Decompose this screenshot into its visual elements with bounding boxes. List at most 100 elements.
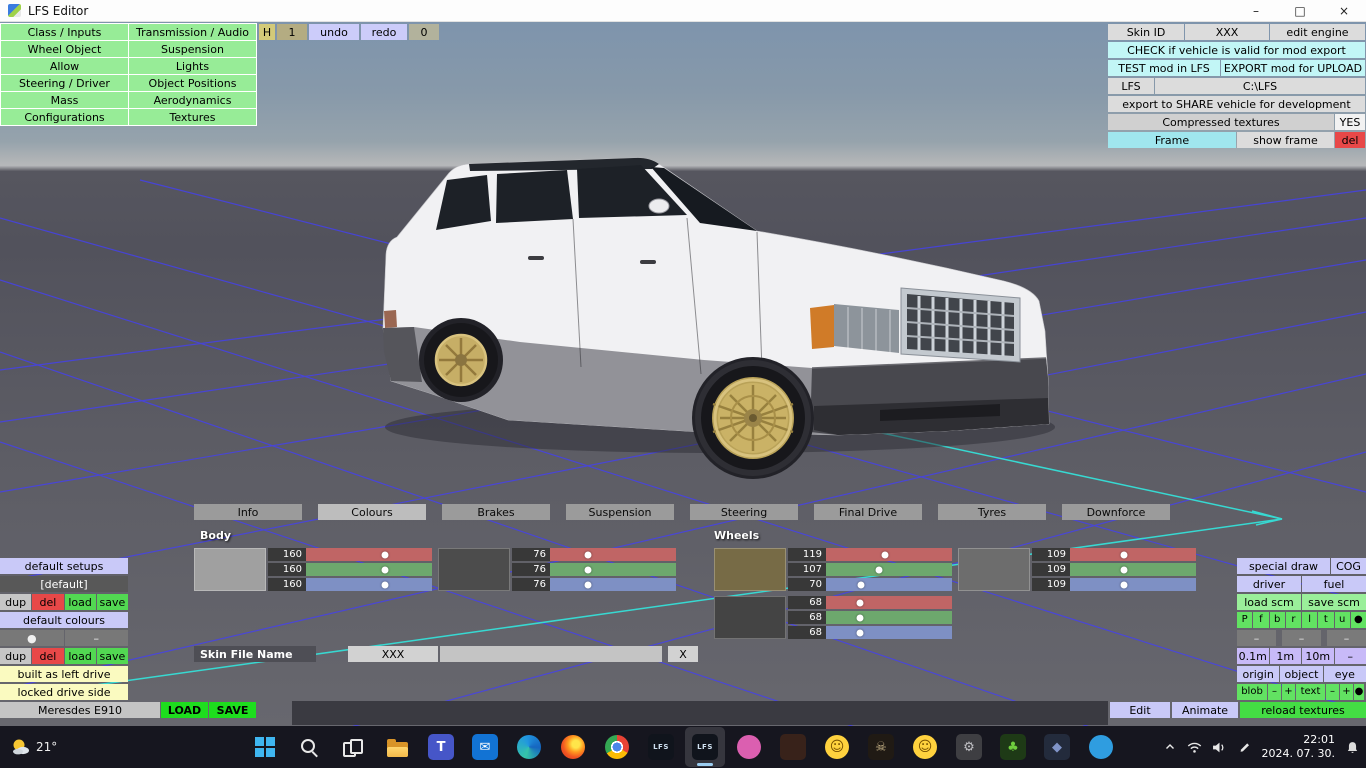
- share-vehicle-button[interactable]: export to SHARE vehicle for development: [1108, 96, 1365, 112]
- tab-tyres[interactable]: Tyres: [938, 504, 1046, 520]
- load-vehicle-button[interactable]: LOAD: [161, 702, 208, 718]
- taskbar-teams-icon[interactable]: T: [421, 727, 461, 767]
- wheels-1-green-slider[interactable]: [826, 563, 952, 576]
- tab-downforce[interactable]: Downforce: [1062, 504, 1170, 520]
- taskbar-edge-icon[interactable]: [509, 727, 549, 767]
- frame-button[interactable]: Frame: [1108, 132, 1236, 148]
- tab-final-drive[interactable]: Final Drive: [814, 504, 922, 520]
- taskbar-lfs-icon[interactable]: LFS: [641, 727, 681, 767]
- notification-bell-icon[interactable]: [1344, 739, 1360, 755]
- menu-textures[interactable]: Textures: [129, 109, 256, 125]
- colour-slot-item-0[interactable]: ●: [0, 630, 64, 646]
- show-frame-button[interactable]: show frame: [1237, 132, 1334, 148]
- slider-handle[interactable]: [381, 581, 389, 588]
- body-1-red-slider[interactable]: [306, 548, 432, 561]
- wheels-2-blue-slider[interactable]: [1070, 578, 1196, 591]
- default-setups-button[interactable]: default setups: [0, 558, 128, 574]
- taskbar-task-view-icon[interactable]: [333, 727, 373, 767]
- export-mod-button[interactable]: EXPORT mod for UPLOAD: [1221, 60, 1365, 76]
- taskbar-game-1-icon[interactable]: [773, 727, 813, 767]
- draw-flag-f-1[interactable]: f: [1253, 612, 1269, 628]
- colour-load-2[interactable]: load: [64, 648, 96, 664]
- menu-mass[interactable]: Mass: [1, 92, 128, 108]
- wifi-icon[interactable]: [1187, 739, 1203, 755]
- built-as-left-drive-button[interactable]: built as left drive: [0, 666, 128, 682]
- menu-transmission-audio[interactable]: Transmission / Audio: [129, 24, 256, 40]
- skin-id-value[interactable]: XXX: [1185, 24, 1269, 40]
- placeholder-item-2[interactable]: –: [1327, 630, 1366, 646]
- menu-wheel-object[interactable]: Wheel Object: [1, 41, 128, 57]
- taskbar-paint-app-icon[interactable]: [1081, 727, 1121, 767]
- menu-lights[interactable]: Lights: [129, 58, 256, 74]
- edit-engine-button[interactable]: edit engine: [1270, 24, 1365, 40]
- menu-object-positions[interactable]: Object Positions: [129, 75, 256, 91]
- taskbar-chrome-icon[interactable]: [597, 727, 637, 767]
- body-2-blue-slider[interactable]: [550, 578, 676, 591]
- draw-flag-l-4[interactable]: l: [1302, 612, 1318, 628]
- lfs-path[interactable]: C:\LFS: [1155, 78, 1365, 94]
- reload-textures-button[interactable]: reload textures: [1240, 702, 1366, 718]
- colour-del-1[interactable]: del: [32, 648, 64, 664]
- save-scm-button[interactable]: save scm: [1302, 594, 1366, 610]
- draw-flag-u-6[interactable]: u: [1334, 612, 1350, 628]
- slider-handle[interactable]: [381, 551, 389, 558]
- blob-text-3[interactable]: text: [1296, 684, 1325, 700]
- blob-item-4[interactable]: –: [1326, 684, 1339, 700]
- colour-save-3[interactable]: save: [96, 648, 128, 664]
- wheels-3-green-slider[interactable]: [826, 611, 952, 624]
- menu-aerodynamics[interactable]: Aerodynamics: [129, 92, 256, 108]
- draw-flag-r-3[interactable]: r: [1285, 612, 1301, 628]
- taskbar-game-3-icon[interactable]: ⚙: [949, 727, 989, 767]
- blob-item-5[interactable]: +: [1340, 684, 1353, 700]
- placeholder-item-1[interactable]: –: [1282, 630, 1321, 646]
- taskbar-game-5-icon[interactable]: ◆: [1037, 727, 1077, 767]
- menu-allow[interactable]: Allow: [1, 58, 128, 74]
- taskbar-lfs-editor-icon[interactable]: LFS: [685, 727, 725, 767]
- blob-item-6[interactable]: ●: [1354, 684, 1364, 700]
- slider-handle[interactable]: [584, 551, 592, 558]
- view-ref-origin-0[interactable]: origin: [1237, 666, 1280, 682]
- taskbar-clock[interactable]: 22:01 2024. 07. 30.: [1262, 733, 1335, 762]
- close-button[interactable]: ×: [1322, 0, 1366, 22]
- slider-handle[interactable]: [875, 566, 883, 573]
- history-toggle-button[interactable]: H: [259, 24, 275, 40]
- taskbar-emoji-app-1-icon[interactable]: ☺: [817, 727, 857, 767]
- draw-flag-t-5[interactable]: t: [1318, 612, 1334, 628]
- colour-swatch[interactable]: [194, 548, 266, 591]
- slider-handle[interactable]: [1120, 581, 1128, 588]
- setup-dup-0[interactable]: dup: [0, 594, 32, 610]
- colour-swatch[interactable]: [958, 548, 1030, 591]
- check-vehicle-button[interactable]: CHECK if vehicle is valid for mod export: [1108, 42, 1365, 58]
- slider-handle[interactable]: [881, 551, 889, 558]
- wheels-2-green-slider[interactable]: [1070, 563, 1196, 576]
- minimize-button[interactable]: –: [1234, 0, 1278, 22]
- slider-handle[interactable]: [584, 566, 592, 573]
- draw-flag-p-0[interactable]: P: [1237, 612, 1253, 628]
- menu-class-inputs[interactable]: Class / Inputs: [1, 24, 128, 40]
- grid-scale-item-3[interactable]: –: [1334, 648, 1366, 664]
- chevron-up-icon[interactable]: [1162, 739, 1178, 755]
- taskbar-start-button-icon[interactable]: [245, 727, 285, 767]
- locked-drive-side-button[interactable]: locked drive side: [0, 684, 128, 700]
- skin-file-input[interactable]: [440, 646, 662, 662]
- menu-configurations[interactable]: Configurations: [1, 109, 128, 125]
- slider-handle[interactable]: [584, 581, 592, 588]
- special-draw-button[interactable]: special draw: [1237, 558, 1330, 574]
- driver-button[interactable]: driver: [1237, 576, 1301, 592]
- default-colours-button[interactable]: default colours: [0, 612, 128, 628]
- skin-clear-button[interactable]: X: [668, 646, 698, 662]
- grid-scale-1m-1[interactable]: 1m: [1269, 648, 1301, 664]
- slider-handle[interactable]: [1120, 566, 1128, 573]
- taskbar-game-2-icon[interactable]: ☠: [861, 727, 901, 767]
- tab-steering[interactable]: Steering: [690, 504, 798, 520]
- body-2-red-slider[interactable]: [550, 548, 676, 561]
- taskbar-emoji-app-2-icon[interactable]: ☺: [905, 727, 945, 767]
- skin-xxx-button[interactable]: XXX: [348, 646, 438, 662]
- frame-delete-button[interactable]: del: [1335, 132, 1365, 148]
- vehicle-name[interactable]: Meresdes E910: [0, 702, 160, 718]
- colour-swatch[interactable]: [438, 548, 510, 591]
- blob-blob-0[interactable]: blob: [1237, 684, 1267, 700]
- menu-suspension[interactable]: Suspension: [129, 41, 256, 57]
- skin-id-label[interactable]: Skin ID: [1108, 24, 1184, 40]
- grid-scale-0-1m-0[interactable]: 0.1m: [1237, 648, 1269, 664]
